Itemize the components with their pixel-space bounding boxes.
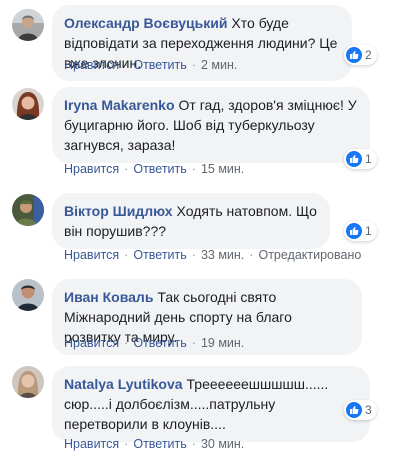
like-link[interactable]: Нравится (64, 437, 119, 451)
like-link[interactable]: Нравится (64, 162, 119, 176)
reaction-count[interactable]: 1 (344, 149, 377, 169)
separator: · (124, 437, 129, 451)
comment-actions: Нравится · Ответить · 2 мин. (64, 57, 237, 73)
comment-actions: Нравится · Ответить · 33 мин. · Отредакт… (64, 247, 361, 263)
separator: · (191, 162, 196, 176)
comment-actions: Нравится · Ответить · 15 мин. (64, 161, 244, 177)
reaction-number: 1 (365, 224, 372, 238)
avatar[interactable] (12, 194, 44, 226)
comment-bubble: Natalya Lyutikova Треееееешшшшш...... сюр… (52, 366, 370, 442)
reply-link[interactable]: Ответить (133, 437, 186, 451)
comment-bubble: Віктор Шидлюх Ходять натовпом. Що він пор… (52, 193, 330, 249)
comment-author[interactable]: Олександр Воєвуцький (64, 15, 227, 31)
separator: · (191, 437, 196, 451)
timestamp[interactable]: 2 мин. (201, 58, 237, 72)
like-link[interactable]: Нравится (64, 336, 119, 350)
reply-link[interactable]: Ответить (133, 58, 186, 72)
like-link[interactable]: Нравится (64, 248, 119, 262)
timestamp[interactable]: 15 мин. (201, 162, 244, 176)
avatar[interactable] (12, 88, 44, 120)
thumbs-up-icon (346, 151, 362, 167)
avatar[interactable] (12, 9, 44, 41)
comment-author[interactable]: Иван Коваль (64, 289, 153, 305)
reply-link[interactable]: Ответить (133, 248, 186, 262)
separator: · (191, 58, 196, 72)
thumbs-up-icon (346, 402, 362, 418)
comment-author[interactable]: Віктор Шидлюх (64, 203, 173, 219)
separator: · (124, 336, 129, 350)
reply-link[interactable]: Ответить (133, 162, 186, 176)
comment-bubble: Iryna Makarenko От гад, здоров'я зміцнює!… (52, 87, 370, 163)
separator: · (191, 248, 196, 262)
edited-label[interactable]: Отредактировано (258, 248, 361, 262)
thumbs-up-icon (346, 47, 362, 63)
separator: · (249, 248, 254, 262)
comment-actions: Нравится · Ответить · 19 мин. (64, 335, 244, 351)
separator: · (191, 336, 196, 350)
separator: · (124, 58, 129, 72)
reaction-number: 1 (365, 152, 372, 166)
reaction-count[interactable]: 2 (344, 45, 377, 65)
separator: · (124, 248, 129, 262)
comment-author[interactable]: Iryna Makarenko (64, 97, 175, 113)
separator: · (124, 162, 129, 176)
like-link[interactable]: Нравится (64, 58, 119, 72)
timestamp[interactable]: 33 мин. (201, 248, 244, 262)
avatar[interactable] (12, 279, 44, 311)
timestamp[interactable]: 19 мин. (201, 336, 244, 350)
timestamp[interactable]: 30 мин. (201, 437, 244, 451)
reaction-number: 2 (365, 48, 372, 62)
avatar[interactable] (12, 366, 44, 398)
comment-author[interactable]: Natalya Lyutikova (64, 376, 183, 392)
reaction-number: 3 (365, 403, 372, 417)
reaction-count[interactable]: 1 (344, 221, 377, 241)
thumbs-up-icon (346, 223, 362, 239)
reply-link[interactable]: Ответить (133, 336, 186, 350)
reaction-count[interactable]: 3 (344, 400, 377, 420)
comment-actions: Нравится · Ответить · 30 мин. (64, 436, 244, 452)
